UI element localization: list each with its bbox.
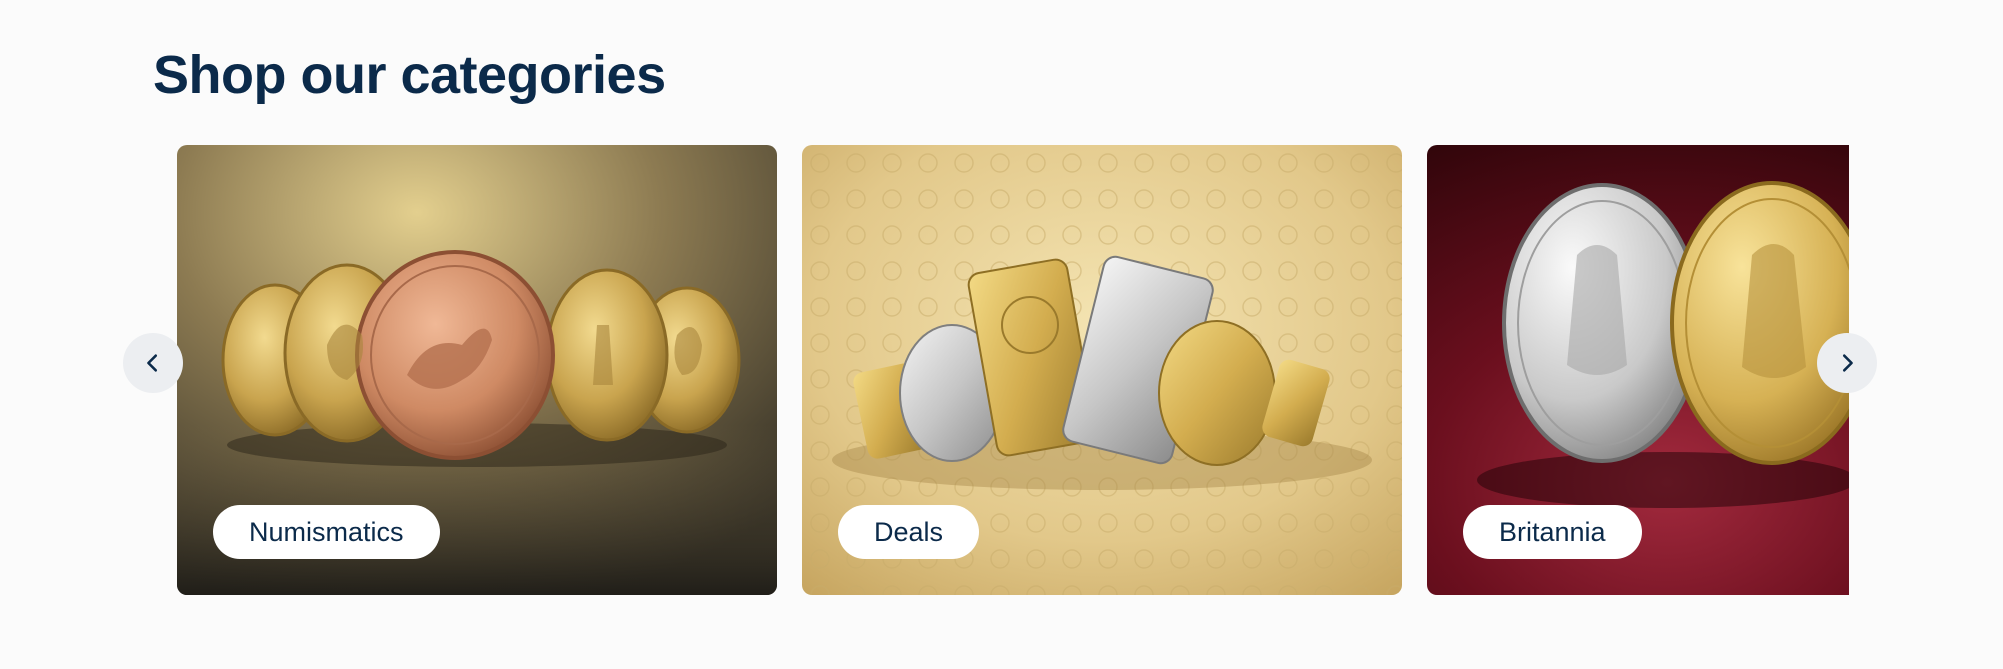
- carousel-viewport: Numismatics Deals Britannia: [177, 145, 1849, 595]
- category-label: Britannia: [1463, 505, 1642, 559]
- category-card-numismatics[interactable]: Numismatics: [177, 145, 777, 595]
- carousel-prev-button[interactable]: [123, 333, 183, 393]
- chevron-left-icon: [147, 354, 158, 372]
- category-carousel: Numismatics Deals Britannia: [0, 0, 2003, 669]
- category-label: Numismatics: [213, 505, 440, 559]
- carousel-next-button[interactable]: [1817, 333, 1877, 393]
- category-label: Deals: [838, 505, 980, 559]
- category-card-deals[interactable]: Deals: [802, 145, 1402, 595]
- chevron-right-icon: [1842, 354, 1853, 372]
- category-card-britannia[interactable]: Britannia: [1427, 145, 1849, 595]
